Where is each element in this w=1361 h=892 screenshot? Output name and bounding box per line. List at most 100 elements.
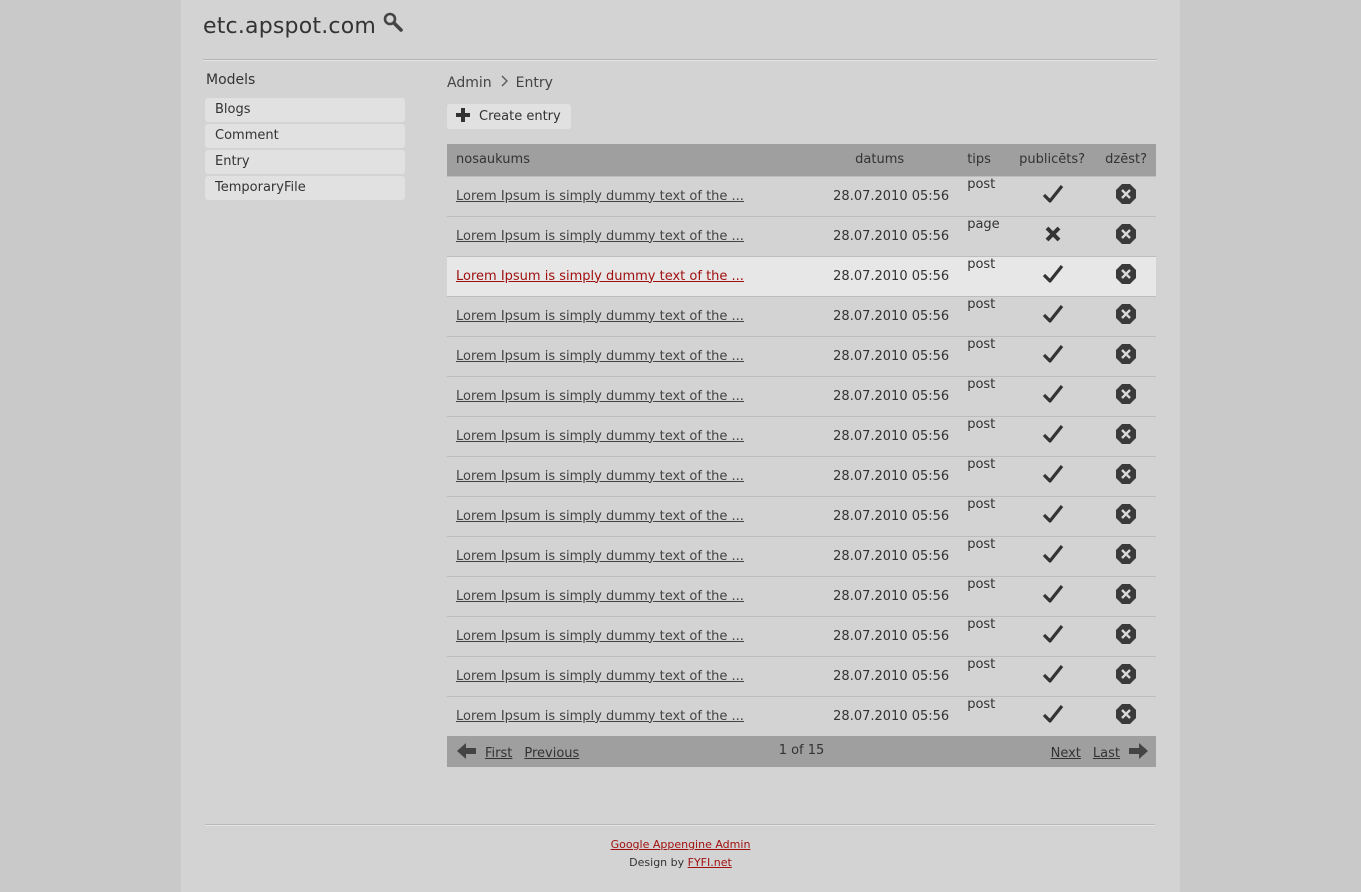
delete-icon[interactable]: [1115, 384, 1137, 409]
checkmark-icon[interactable]: [1042, 625, 1064, 648]
site-title-text: etc.apspot.com: [203, 14, 376, 39]
entry-title-link[interactable]: Lorem Ipsum is simply dummy text of the …: [456, 509, 744, 524]
checkmark-icon[interactable]: [1042, 665, 1064, 688]
design-by-text: Design by: [629, 856, 685, 869]
entry-title-link[interactable]: Lorem Ipsum is simply dummy text of the …: [456, 429, 744, 444]
entry-title-link[interactable]: Lorem Ipsum is simply dummy text of the …: [456, 229, 744, 244]
entry-title-link[interactable]: Lorem Ipsum is simply dummy text of the …: [456, 589, 744, 604]
delete-icon[interactable]: [1115, 424, 1137, 449]
sidebar-item-temporaryfile[interactable]: TemporaryFile: [205, 176, 405, 200]
entry-date: 28.07.2010 05:56: [833, 228, 950, 244]
entry-type: post: [967, 656, 996, 672]
appengine-admin-link[interactable]: Google Appengine Admin: [611, 838, 751, 851]
column-header-title[interactable]: nosaukums: [447, 144, 801, 176]
entry-published-cell: [1010, 336, 1096, 376]
column-header-date[interactable]: datums: [801, 144, 958, 176]
entry-delete-cell: [1096, 456, 1156, 496]
entry-title-cell: Lorem Ipsum is simply dummy text of the …: [447, 496, 801, 536]
entry-date: 28.07.2010 05:56: [833, 628, 950, 644]
header-divider: [203, 59, 1157, 61]
delete-icon[interactable]: [1115, 224, 1137, 249]
first-page-link[interactable]: First: [485, 746, 512, 761]
entry-published-cell: [1010, 576, 1096, 616]
entry-date: 28.07.2010 05:56: [833, 388, 950, 404]
checkmark-icon[interactable]: [1042, 705, 1064, 728]
site-title[interactable]: etc.apspot.com: [203, 12, 404, 39]
delete-icon[interactable]: [1115, 344, 1137, 369]
checkmark-icon[interactable]: [1042, 465, 1064, 488]
entry-published-cell: [1010, 256, 1096, 296]
checkmark-icon[interactable]: [1042, 345, 1064, 368]
previous-page-link[interactable]: Previous: [524, 746, 579, 761]
search-icon[interactable]: [382, 12, 404, 39]
create-entry-button[interactable]: Create entry: [447, 104, 571, 129]
checkmark-icon[interactable]: [1042, 425, 1064, 448]
entry-delete-cell: [1096, 376, 1156, 416]
column-header-published[interactable]: publicēts?: [1010, 144, 1096, 176]
entry-delete-cell: [1096, 576, 1156, 616]
checkmark-icon[interactable]: [1042, 185, 1064, 208]
pagination-bar: First Previous 1 of 15 Next Last: [447, 736, 1156, 767]
entry-title-link[interactable]: Lorem Ipsum is simply dummy text of the …: [456, 349, 744, 364]
entry-date: 28.07.2010 05:56: [833, 468, 950, 484]
entry-title-link[interactable]: Lorem Ipsum is simply dummy text of the …: [456, 309, 744, 324]
entry-date: 28.07.2010 05:56: [833, 428, 950, 444]
checkmark-icon[interactable]: [1042, 305, 1064, 328]
entry-date: 28.07.2010 05:56: [833, 348, 950, 364]
entry-title-link[interactable]: Lorem Ipsum is simply dummy text of the …: [456, 629, 744, 644]
entry-delete-cell: [1096, 536, 1156, 576]
designer-link[interactable]: FYFI.net: [688, 856, 732, 869]
entry-title-link[interactable]: Lorem Ipsum is simply dummy text of the …: [456, 189, 744, 204]
delete-icon[interactable]: [1115, 304, 1137, 329]
entry-title-link[interactable]: Lorem Ipsum is simply dummy text of the …: [456, 669, 744, 684]
entry-title-link[interactable]: Lorem Ipsum is simply dummy text of the …: [456, 269, 744, 284]
last-page-link[interactable]: Last: [1093, 746, 1120, 761]
table-row: Lorem Ipsum is simply dummy text of the …: [447, 696, 1156, 736]
entry-type: post: [967, 576, 996, 592]
delete-icon[interactable]: [1115, 184, 1137, 209]
checkmark-icon[interactable]: [1042, 385, 1064, 408]
entry-title-cell: Lorem Ipsum is simply dummy text of the …: [447, 256, 801, 296]
entry-published-cell: [1010, 656, 1096, 696]
arrow-left-icon[interactable]: [457, 742, 477, 764]
checkmark-icon[interactable]: [1042, 545, 1064, 568]
entry-date: 28.07.2010 05:56: [833, 268, 950, 284]
entry-title-link[interactable]: Lorem Ipsum is simply dummy text of the …: [456, 469, 744, 484]
table-row: Lorem Ipsum is simply dummy text of the …: [447, 376, 1156, 416]
checkmark-icon[interactable]: [1042, 265, 1064, 288]
checkmark-icon[interactable]: [1042, 505, 1064, 528]
column-header-type[interactable]: tips: [958, 144, 1010, 176]
footer-divider: [205, 824, 1155, 826]
sidebar-item-comment[interactable]: Comment: [205, 124, 405, 148]
delete-icon[interactable]: [1115, 464, 1137, 489]
entry-title-link[interactable]: Lorem Ipsum is simply dummy text of the …: [456, 389, 744, 404]
column-header-delete[interactable]: dzēst?: [1096, 144, 1156, 176]
delete-icon[interactable]: [1115, 544, 1137, 569]
sidebar-item-blogs[interactable]: Blogs: [205, 98, 405, 122]
entry-type: post: [967, 416, 996, 432]
entry-delete-cell: [1096, 336, 1156, 376]
entry-published-cell: [1010, 496, 1096, 536]
entry-title-cell: Lorem Ipsum is simply dummy text of the …: [447, 656, 801, 696]
arrow-right-icon[interactable]: [1128, 742, 1148, 764]
entry-published-cell: [1010, 216, 1096, 256]
delete-icon[interactable]: [1115, 584, 1137, 609]
sidebar-item-entry[interactable]: Entry: [205, 150, 405, 174]
next-page-link[interactable]: Next: [1051, 746, 1081, 761]
delete-icon[interactable]: [1115, 504, 1137, 529]
delete-icon[interactable]: [1115, 264, 1137, 289]
entry-type: post: [967, 536, 996, 552]
entry-title-cell: Lorem Ipsum is simply dummy text of the …: [447, 176, 801, 216]
cross-icon[interactable]: [1044, 226, 1062, 247]
breadcrumb-root[interactable]: Admin: [447, 75, 492, 91]
delete-icon[interactable]: [1115, 624, 1137, 649]
checkmark-icon[interactable]: [1042, 585, 1064, 608]
delete-icon[interactable]: [1115, 664, 1137, 689]
entry-type: post: [967, 696, 996, 712]
entry-title-link[interactable]: Lorem Ipsum is simply dummy text of the …: [456, 709, 744, 724]
entry-type: post: [967, 336, 996, 352]
entry-published-cell: [1010, 616, 1096, 656]
delete-icon[interactable]: [1115, 704, 1137, 729]
entry-date: 28.07.2010 05:56: [833, 548, 950, 564]
entry-title-link[interactable]: Lorem Ipsum is simply dummy text of the …: [456, 549, 744, 564]
